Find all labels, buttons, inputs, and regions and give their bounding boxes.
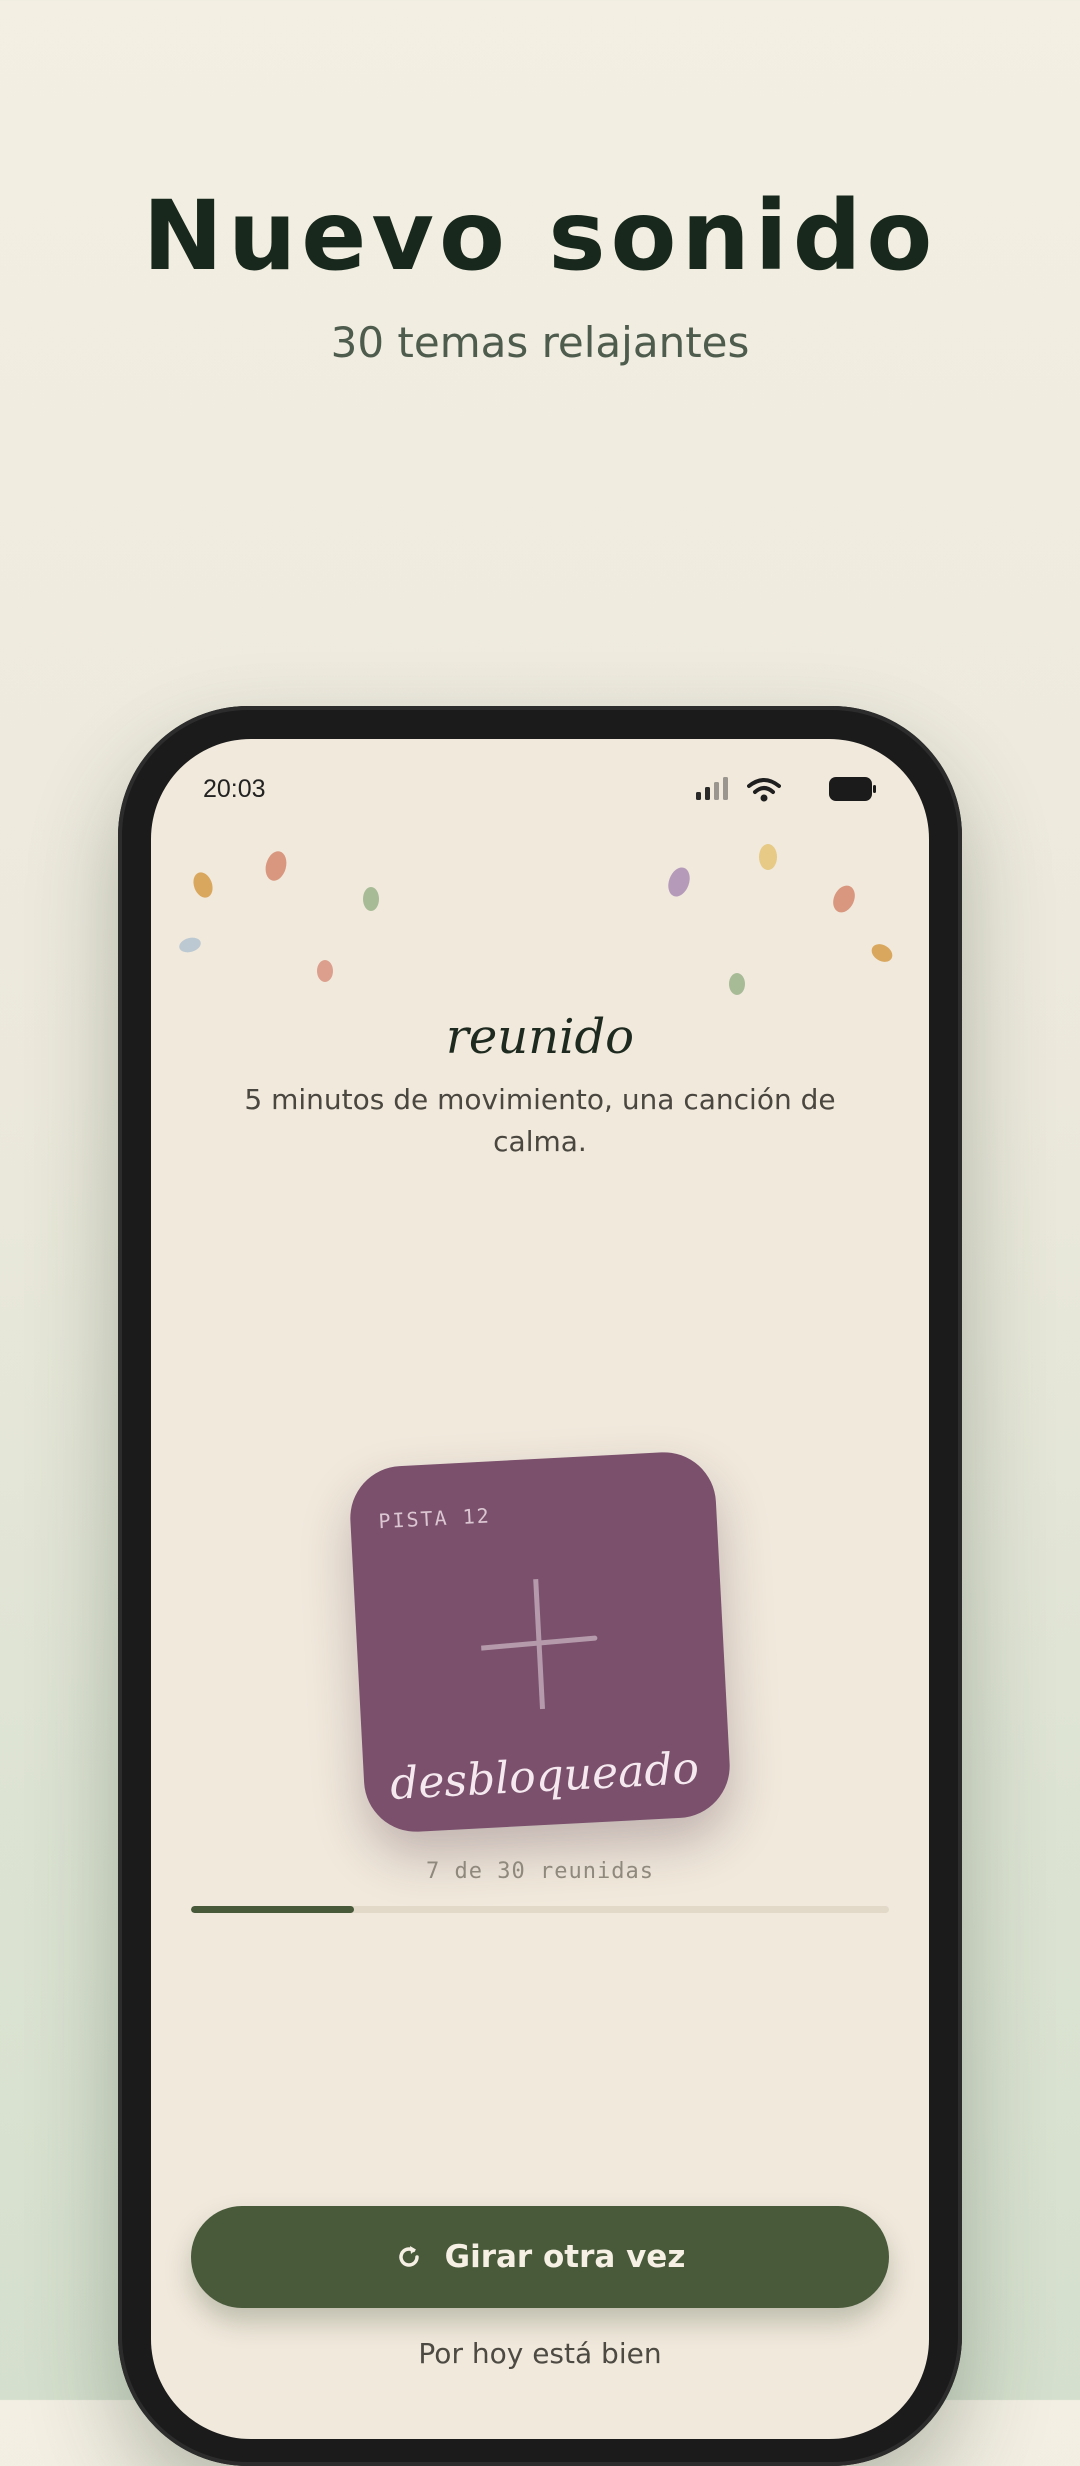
unlocked-track-card: PISTA 12 desbloqueado bbox=[347, 1449, 733, 1835]
confetti-piece bbox=[177, 935, 203, 955]
spin-again-label: Girar otra vez bbox=[444, 2239, 686, 2275]
status-time: 20:03 bbox=[203, 775, 266, 803]
track-number: PISTA 12 bbox=[377, 1503, 492, 1534]
signal-icon bbox=[695, 777, 729, 801]
battery-icon bbox=[829, 777, 877, 801]
plus-icon bbox=[478, 1576, 605, 1712]
phone-frame: 20:03 reunido 5 minutos de movimiento, u… bbox=[118, 706, 962, 2466]
spin-again-button[interactable]: Girar otra vez bbox=[191, 2206, 889, 2308]
hero-title: Nuevo sonido bbox=[142, 180, 938, 292]
confetti-piece bbox=[729, 973, 745, 995]
celebration-headline: reunido bbox=[445, 1009, 635, 1065]
card-status-word: desbloqueado bbox=[388, 1742, 701, 1810]
confetti-piece bbox=[868, 940, 896, 966]
progress-fill bbox=[191, 1906, 354, 1913]
wifi-icon bbox=[747, 777, 781, 803]
refresh-icon bbox=[395, 2243, 423, 2271]
phone-screen: 20:03 reunido 5 minutos de movimiento, u… bbox=[151, 739, 929, 2439]
done-for-today-link[interactable]: Por hoy está bien bbox=[151, 2337, 929, 2370]
confetti-piece bbox=[317, 960, 333, 982]
confetti-piece bbox=[190, 869, 216, 901]
celebration-description: 5 minutos de movimiento, una canción de … bbox=[244, 1083, 836, 1158]
confetti-piece bbox=[363, 887, 379, 911]
progress-label: 7 de 30 reunidas bbox=[426, 1859, 654, 1884]
progress-bar bbox=[191, 1906, 889, 1913]
confetti-piece bbox=[829, 882, 859, 916]
confetti-piece bbox=[664, 864, 694, 900]
confetti-piece bbox=[759, 844, 777, 870]
hero-subtitle: 30 temas relajantes bbox=[330, 318, 750, 367]
confetti-piece bbox=[262, 848, 290, 884]
